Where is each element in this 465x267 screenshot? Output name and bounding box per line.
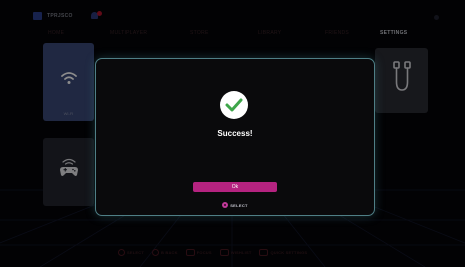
dialog-title: Success! xyxy=(217,129,253,138)
select-hint: SELECT xyxy=(96,202,374,208)
a-button-icon xyxy=(222,202,229,208)
ok-button[interactable]: Ok xyxy=(193,182,277,192)
select-hint-label: SELECT xyxy=(230,202,248,208)
check-circle-icon xyxy=(220,91,248,119)
success-dialog: Success! Ok SELECT xyxy=(95,58,375,216)
checkmark-icon xyxy=(225,98,243,112)
